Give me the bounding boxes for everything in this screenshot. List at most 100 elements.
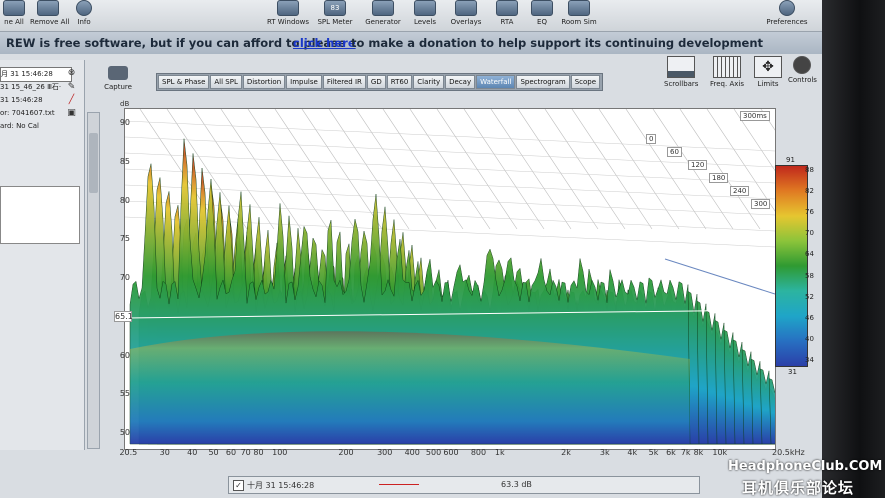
tab-all-spl[interactable]: All SPL bbox=[210, 75, 242, 89]
overlays-icon bbox=[455, 0, 477, 16]
color-scale-label: 58 bbox=[805, 271, 814, 280]
scroll-thumb[interactable] bbox=[89, 133, 98, 193]
y-tick-label: 60 bbox=[119, 350, 130, 360]
watermark-text: HeadphoneClub.COM bbox=[728, 459, 883, 474]
eq-button[interactable]: EQ bbox=[530, 0, 554, 30]
legend-line bbox=[379, 484, 419, 485]
y-tick-label: 65.1 bbox=[114, 310, 133, 322]
tab-spl-phase[interactable]: SPL & Phase bbox=[158, 75, 210, 89]
watermark: HeadphoneClub.COM 耳机俱乐部论坛 bbox=[728, 457, 883, 497]
x-tick-label: 2k bbox=[561, 448, 571, 457]
time-label: 0 bbox=[646, 134, 657, 144]
pen-icon[interactable]: ╱ bbox=[66, 95, 77, 106]
time-label: 240 bbox=[730, 186, 750, 196]
x-tick-label: 70 bbox=[240, 448, 251, 457]
legend-name: 十月 31 15:46:28 bbox=[247, 481, 315, 490]
overlays-button[interactable]: Overlays bbox=[446, 0, 486, 30]
x-tick-label: 400 bbox=[404, 448, 420, 457]
color-scale-label: 70 bbox=[805, 229, 814, 238]
x-tick-label: 50 bbox=[208, 448, 219, 457]
time-label: 120 bbox=[688, 160, 708, 170]
save-icon[interactable]: ▣ bbox=[66, 108, 77, 119]
grid-line bbox=[706, 109, 775, 212]
room-sim-button[interactable]: Room Sim bbox=[560, 0, 598, 30]
x-tick-label: 20.5kHz bbox=[772, 448, 805, 457]
x-tick-label: 6k bbox=[666, 448, 676, 457]
donation-banner: REW is free software, but if you can aff… bbox=[0, 32, 822, 54]
donation-link[interactable]: click here bbox=[293, 32, 356, 54]
eq-icon bbox=[531, 0, 553, 16]
capture-button[interactable]: Capture bbox=[103, 66, 133, 91]
preferences-button[interactable]: Preferences bbox=[764, 0, 810, 30]
measurement-time: 31 15:46:28 bbox=[0, 96, 43, 104]
gear-icon bbox=[779, 0, 795, 16]
tab-rt60[interactable]: RT60 bbox=[386, 75, 413, 89]
info-icon bbox=[76, 0, 92, 16]
color-scale-label: 76 bbox=[805, 208, 814, 217]
tab-waterfall[interactable]: Waterfall bbox=[476, 75, 516, 89]
tab-spectrogram[interactable]: Spectrogram bbox=[516, 75, 570, 89]
notes-field[interactable] bbox=[0, 186, 80, 244]
freq-axis-icon bbox=[712, 56, 741, 78]
rta-icon bbox=[496, 0, 518, 16]
y-tick-label: 85 bbox=[119, 156, 130, 166]
tab-gd[interactable]: GD bbox=[366, 75, 386, 89]
grid-line bbox=[355, 109, 437, 230]
camera-icon bbox=[108, 66, 128, 80]
info-button[interactable]: Info bbox=[72, 0, 96, 30]
waterfall-plot[interactable] bbox=[124, 108, 776, 450]
levels-icon bbox=[414, 0, 436, 16]
edit-icon[interactable]: ✎ bbox=[66, 82, 77, 93]
controls-control[interactable]: Controls bbox=[788, 56, 817, 84]
tab-impulse[interactable]: Impulse bbox=[286, 75, 322, 89]
grid-line bbox=[733, 109, 775, 172]
grid-line bbox=[125, 152, 775, 184]
x-tick-label: 8k bbox=[693, 448, 704, 457]
tab-clarity[interactable]: Clarity bbox=[413, 75, 445, 89]
remove-all-button[interactable]: Remove All bbox=[30, 0, 69, 30]
x-tick-label: 100 bbox=[272, 448, 288, 457]
generator-icon bbox=[372, 0, 394, 16]
mic-cal-file: or: 7041607.txt bbox=[0, 109, 55, 117]
scrollbars-control[interactable]: Scrollbars bbox=[664, 56, 698, 88]
measurement-select[interactable]: 月 31 15:46:28 bbox=[0, 67, 72, 82]
color-scale-label: 40 bbox=[805, 334, 814, 343]
grid-line bbox=[125, 168, 775, 200]
scrollbars-icon bbox=[667, 56, 696, 78]
close-icon[interactable]: ⊗ bbox=[66, 68, 77, 79]
all-button[interactable]: ne All bbox=[0, 0, 28, 30]
watermark-cn: 耳机俱乐部论坛 bbox=[742, 479, 855, 497]
tab-filtered-ir[interactable]: Filtered IR bbox=[322, 75, 366, 89]
room-sim-icon bbox=[568, 0, 590, 16]
levels-button[interactable]: Levels bbox=[408, 0, 442, 30]
spl-meter-button[interactable]: 83 SPL Meter bbox=[314, 0, 356, 30]
waterfall-svg bbox=[125, 109, 775, 445]
tab-decay[interactable]: Decay bbox=[445, 75, 476, 89]
y-tick-label: 50 bbox=[119, 428, 130, 437]
y-tick-label: 75 bbox=[119, 234, 130, 244]
legend-row: ✓ 十月 31 15:46:28 63.3 dB bbox=[228, 476, 700, 494]
y-unit: dB bbox=[120, 100, 130, 108]
rt-windows-button[interactable]: RT Windows bbox=[266, 0, 310, 30]
grid-line bbox=[409, 109, 491, 230]
y-tick-label: 55 bbox=[119, 389, 130, 399]
rta-button[interactable]: RTA bbox=[494, 0, 520, 30]
freq-axis-control[interactable]: Freq. Axis bbox=[710, 56, 744, 88]
x-tick-label: 7k bbox=[680, 448, 691, 457]
grid-line bbox=[544, 109, 626, 230]
tab-scope[interactable]: Scope bbox=[570, 75, 601, 89]
x-tick-label: 200 bbox=[338, 448, 354, 457]
color-scale-label: 91 bbox=[786, 156, 795, 164]
color-scale-label: 64 bbox=[805, 250, 814, 259]
y-tick-label: 80 bbox=[119, 195, 130, 205]
legend-checkbox[interactable]: ✓ bbox=[233, 480, 244, 491]
limits-control[interactable]: ✥ Limits bbox=[754, 56, 782, 88]
color-scale-label: 88 bbox=[805, 166, 814, 174]
grid-line bbox=[220, 109, 302, 230]
vertical-scrollbar[interactable] bbox=[87, 112, 100, 449]
generator-button[interactable]: Generator bbox=[362, 0, 404, 30]
x-tick-label: 3k bbox=[599, 448, 610, 457]
grid-line bbox=[166, 109, 248, 230]
tab-distortion[interactable]: Distortion bbox=[242, 75, 286, 89]
measurement-panel: 月 31 15:46:28 ⊗ 31 15_46_26 Ⅲ石· ✎ 31 15:… bbox=[0, 60, 85, 450]
